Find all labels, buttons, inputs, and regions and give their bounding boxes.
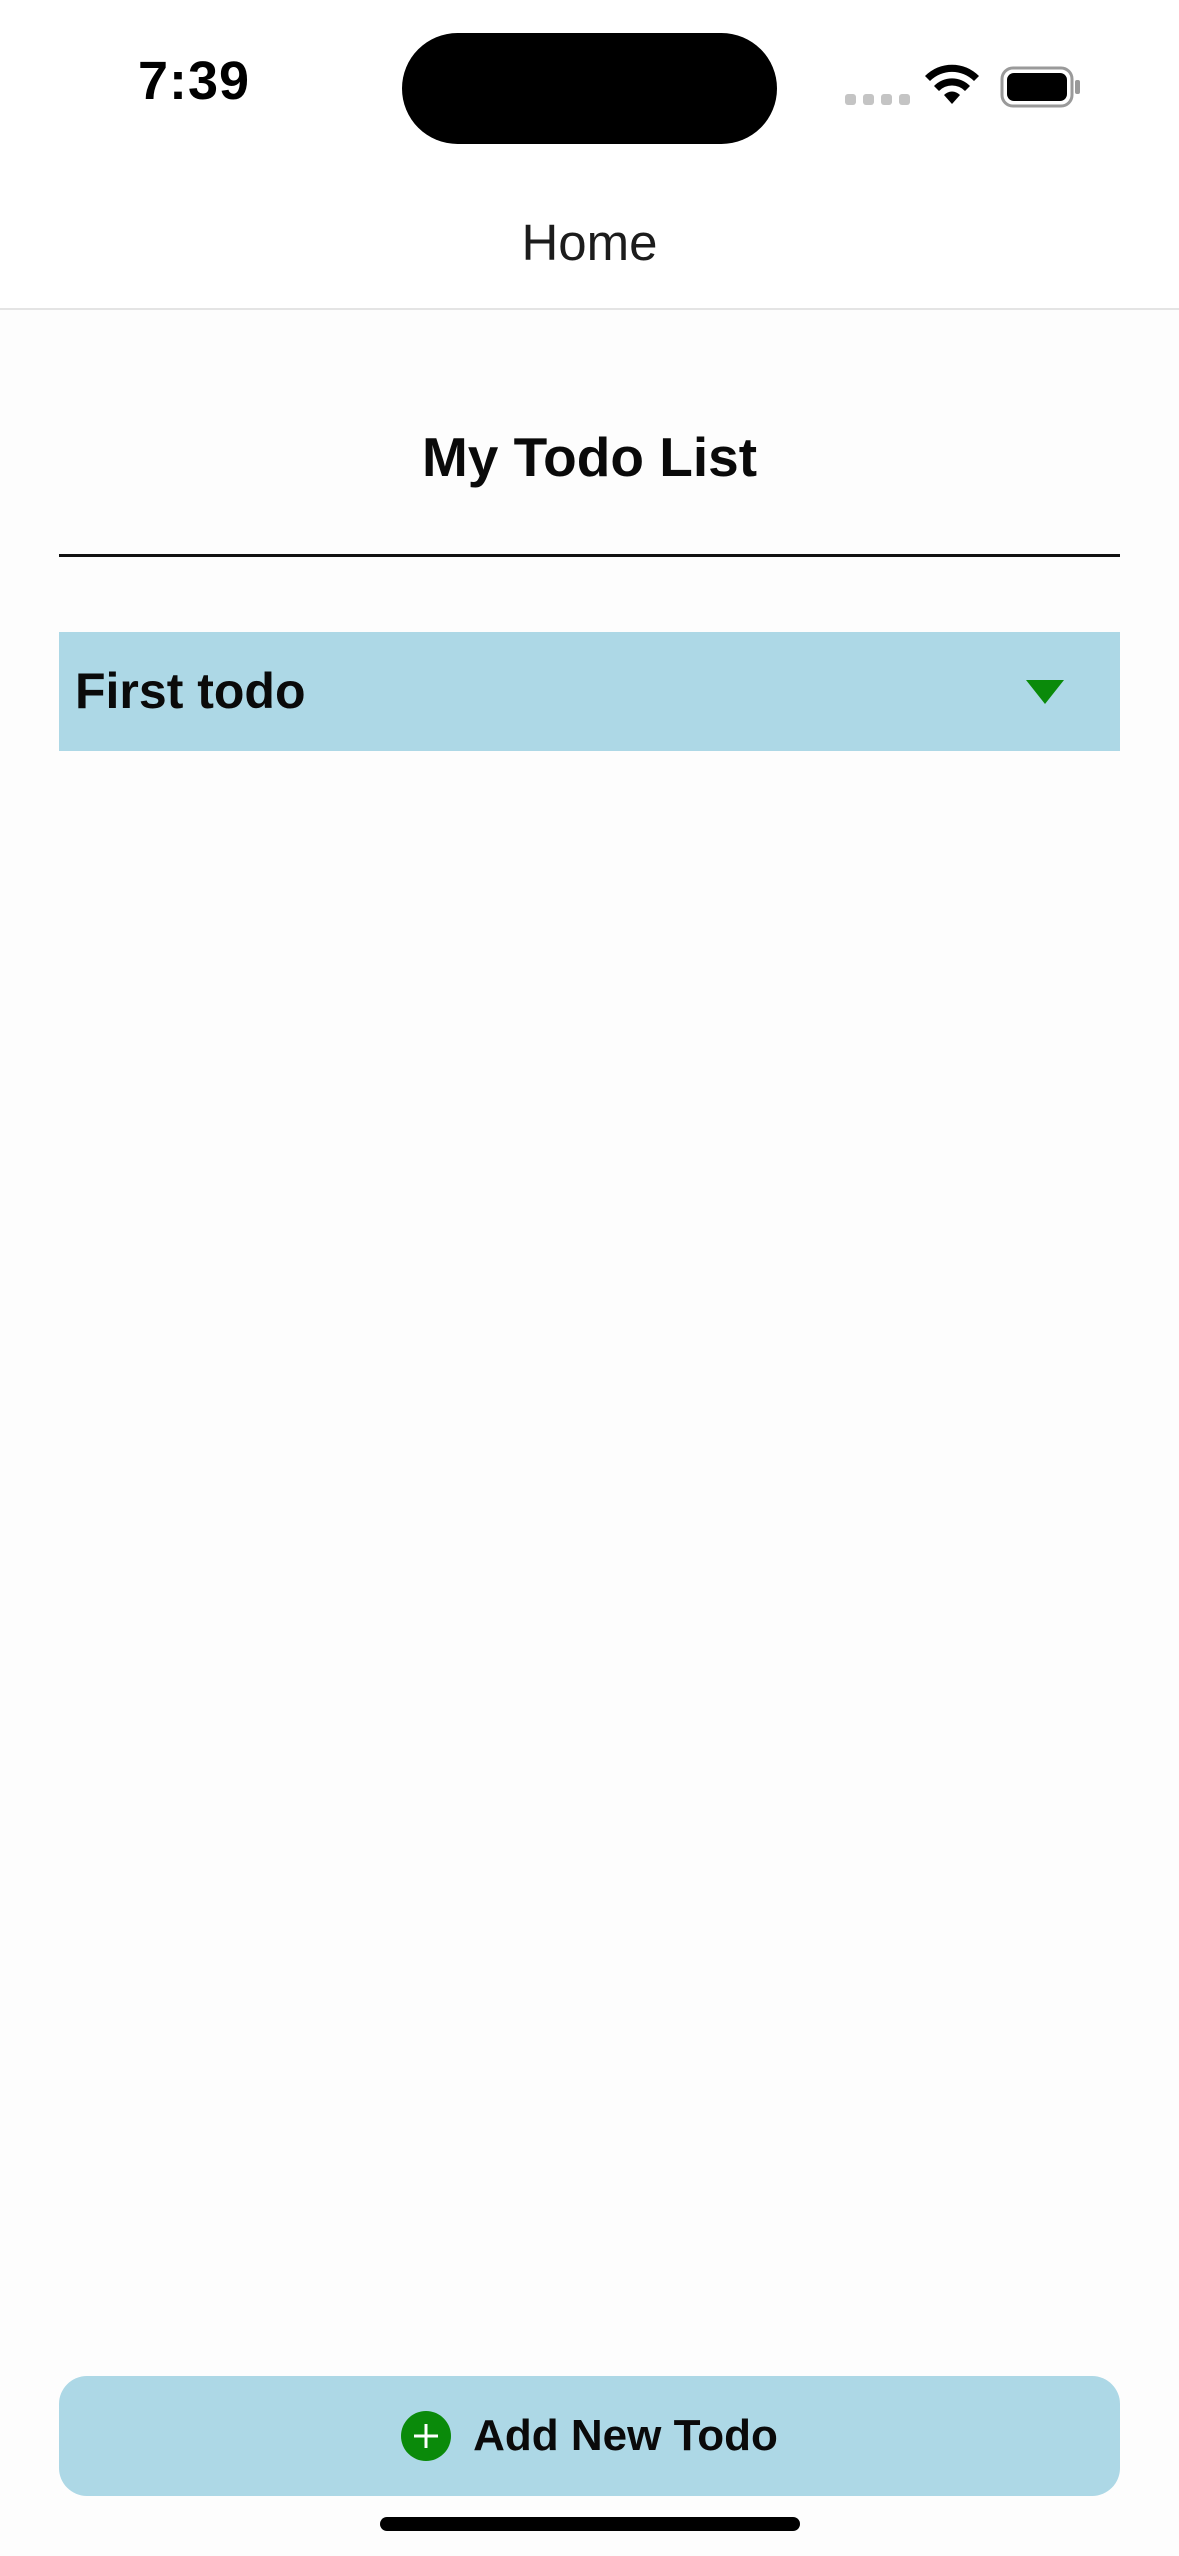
nav-title: Home [521,214,658,271]
todo-screen: My Todo List First todo [0,310,1179,2556]
todo-item[interactable]: First todo [59,632,1120,751]
plus-circle-icon [401,2411,452,2461]
title-divider [59,554,1120,557]
wifi-icon [925,64,979,104]
page-title: My Todo List [421,426,758,488]
navigation-bar: Home [0,175,1179,310]
todo-item-label: First todo [75,663,306,719]
battery-icon [1000,66,1080,108]
add-new-todo-label: Add New Todo [473,2411,778,2460]
signal-dots-icon [845,94,910,105]
status-time: 7:39 [138,51,251,111]
home-indicator [380,2517,800,2531]
add-new-todo-button[interactable]: Add New Todo [59,2376,1120,2496]
dynamic-island [402,33,777,144]
caret-down-icon[interactable] [1024,678,1066,706]
status-bar: 7:39 [0,0,1179,175]
